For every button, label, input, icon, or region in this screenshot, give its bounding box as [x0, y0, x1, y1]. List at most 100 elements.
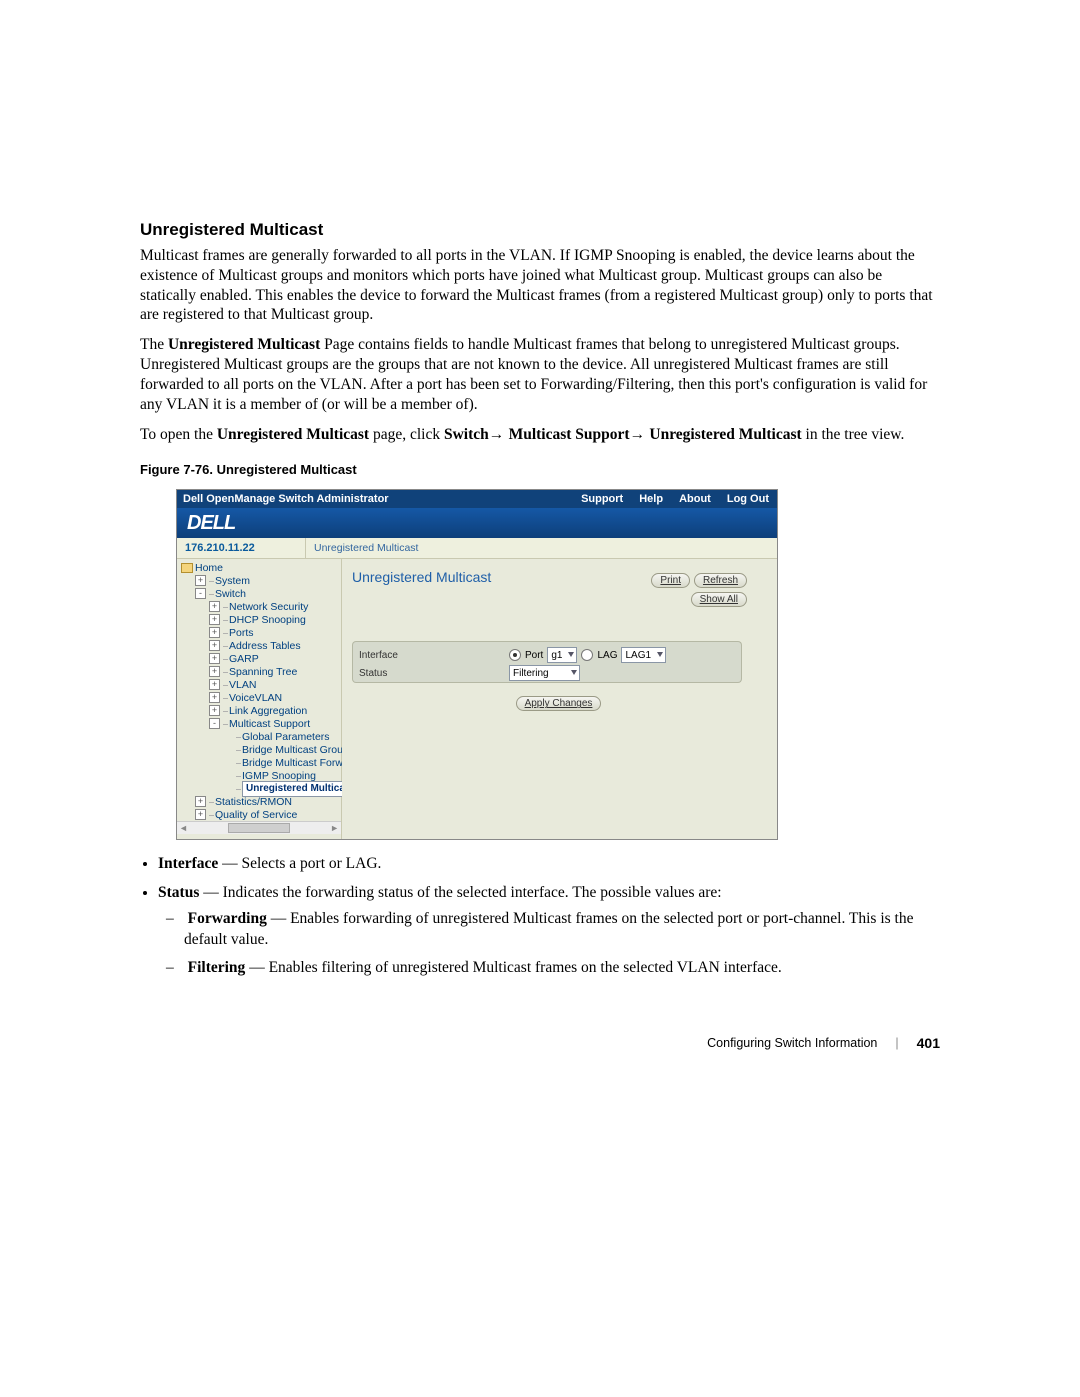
- page-footer: Configuring Switch Information | 401: [140, 1035, 940, 1051]
- expand-icon[interactable]: +: [209, 601, 220, 612]
- tree-scrollbar[interactable]: ◄ ►: [177, 821, 341, 834]
- tree-label: System: [215, 575, 250, 587]
- tree-label: VLAN: [229, 679, 256, 691]
- tree-label: Ports: [229, 627, 254, 639]
- tree-label: Bridge Multicast Group: [242, 744, 349, 756]
- scroll-right-icon[interactable]: ►: [330, 823, 339, 833]
- tree-node[interactable]: +·····Spanning Tree: [179, 665, 341, 678]
- expand-icon[interactable]: +: [195, 575, 206, 586]
- tree-node[interactable]: +·····DHCP Snooping: [179, 613, 341, 626]
- tree-label: Link Aggregation: [229, 705, 307, 717]
- tree-connector-icon: ·····: [222, 615, 227, 625]
- expand-icon[interactable]: +: [209, 627, 220, 638]
- tree-label: Quality of Service: [215, 809, 297, 821]
- tree-node[interactable]: Home: [179, 561, 341, 574]
- tree-node[interactable]: +·····System: [179, 574, 341, 587]
- expand-icon[interactable]: +: [209, 705, 220, 716]
- field-interface: Interface — Selects a port or LAG.: [158, 854, 940, 874]
- tree-connector-icon: ·····: [222, 641, 227, 651]
- nav-tree[interactable]: Home+·····System-·····Switch+·····Networ…: [177, 559, 341, 821]
- footer-divider: |: [895, 1036, 898, 1050]
- expand-icon[interactable]: +: [195, 796, 206, 807]
- content-pane: Unregistered Multicast Print Refresh Sho…: [342, 559, 777, 839]
- row-interface: Interface Port g1 LAG LAG1: [352, 646, 742, 664]
- link-logout[interactable]: Log Out: [719, 493, 777, 505]
- paragraph-1: Multicast frames are generally forwarded…: [140, 246, 940, 325]
- expand-icon[interactable]: +: [209, 640, 220, 651]
- tree-node[interactable]: ·····Bridge Multicast Forward: [179, 756, 341, 769]
- tree-connector-icon: ·····: [222, 693, 227, 703]
- tree-connector-icon: ·····: [208, 576, 213, 586]
- expand-icon[interactable]: +: [195, 809, 206, 820]
- tree-connector-icon: ·····: [222, 706, 227, 716]
- radio-port[interactable]: [509, 649, 521, 661]
- tree-node[interactable]: +·····Link Aggregation: [179, 704, 341, 717]
- text: in the tree view.: [802, 426, 905, 443]
- tree-node[interactable]: -·····Switch: [179, 587, 341, 600]
- tree-label: Spanning Tree: [229, 666, 297, 678]
- form-panel: Interface Port g1 LAG LAG1 Status: [352, 641, 742, 683]
- tree-node[interactable]: -·····Multicast Support: [179, 717, 341, 730]
- field-forwarding: Forwarding — Enables forwarding of unreg…: [184, 909, 940, 950]
- label-port: Port: [525, 650, 543, 661]
- tree-connector-icon: ·····: [235, 784, 240, 794]
- desc: — Indicates the forwarding status of the…: [199, 884, 721, 901]
- text-bold: Unregistered Multicast: [217, 426, 369, 443]
- tree-connector-icon: ·····: [208, 810, 213, 820]
- term: Filtering: [188, 959, 246, 976]
- term: Forwarding: [188, 910, 267, 927]
- tree-connector-icon: ·····: [222, 628, 227, 638]
- screenshot-window: Dell OpenManage Switch Administrator Sup…: [176, 489, 778, 840]
- work-area: Home+·····System-·····Switch+·····Networ…: [177, 559, 777, 839]
- tree-node[interactable]: +·····GARP: [179, 652, 341, 665]
- select-status[interactable]: Filtering: [509, 665, 580, 681]
- expand-icon[interactable]: +: [209, 666, 220, 677]
- footer-section: Configuring Switch Information: [707, 1036, 877, 1050]
- print-button[interactable]: Print: [651, 573, 690, 588]
- apply-changes-button[interactable]: Apply Changes: [516, 696, 602, 711]
- term: Interface: [158, 855, 218, 872]
- expand-icon[interactable]: +: [209, 679, 220, 690]
- tree-connector-icon: ·····: [208, 589, 213, 599]
- showall-button[interactable]: Show All: [691, 592, 747, 607]
- tree-label: Address Tables: [229, 640, 301, 652]
- dell-logo: DELL: [187, 512, 235, 535]
- link-about[interactable]: About: [671, 493, 719, 505]
- link-support[interactable]: Support: [573, 493, 631, 505]
- tree-connector-icon: ·····: [208, 797, 213, 807]
- tree-node[interactable]: ·····Global Parameters: [179, 730, 341, 743]
- tree-connector-icon: ·····: [235, 732, 240, 742]
- refresh-button[interactable]: Refresh: [694, 573, 747, 588]
- select-port[interactable]: g1: [547, 647, 577, 663]
- field-filtering: Filtering — Enables filtering of unregis…: [184, 958, 940, 978]
- tree-node[interactable]: +·····Address Tables: [179, 639, 341, 652]
- collapse-icon[interactable]: -: [195, 588, 206, 599]
- desc: — Selects a port or LAG.: [218, 855, 381, 872]
- tree-label: DHCP Snooping: [229, 614, 306, 626]
- tree-label: Network Security: [229, 601, 308, 613]
- collapse-icon[interactable]: -: [209, 718, 220, 729]
- radio-lag[interactable]: [581, 649, 593, 661]
- scroll-left-icon[interactable]: ◄: [179, 823, 188, 833]
- tree-node[interactable]: +·····VoiceVLAN: [179, 691, 341, 704]
- link-help[interactable]: Help: [631, 493, 671, 505]
- expand-icon[interactable]: +: [209, 614, 220, 625]
- tree-node[interactable]: ·····Unregistered Multicast: [179, 782, 341, 795]
- select-lag[interactable]: LAG1: [621, 647, 666, 663]
- tree-node[interactable]: +·····Ports: [179, 626, 341, 639]
- label-interface: Interface: [359, 650, 509, 661]
- tree-node[interactable]: +·····Network Security: [179, 600, 341, 613]
- scroll-thumb[interactable]: [228, 823, 290, 833]
- tree-node[interactable]: +·····Quality of Service: [179, 808, 341, 821]
- tree-node[interactable]: +·····VLAN: [179, 678, 341, 691]
- tree-node[interactable]: +·····Statistics/RMON: [179, 795, 341, 808]
- expand-icon[interactable]: +: [209, 692, 220, 703]
- text: To open the: [140, 426, 217, 443]
- section-title: Unregistered Multicast: [140, 220, 940, 240]
- text: The: [140, 336, 168, 353]
- arrow-icon: →: [630, 426, 650, 443]
- tree-node[interactable]: ·····Bridge Multicast Group: [179, 743, 341, 756]
- app-title: Dell OpenManage Switch Administrator: [177, 493, 573, 505]
- expand-icon[interactable]: +: [209, 653, 220, 664]
- tree-label: GARP: [229, 653, 259, 665]
